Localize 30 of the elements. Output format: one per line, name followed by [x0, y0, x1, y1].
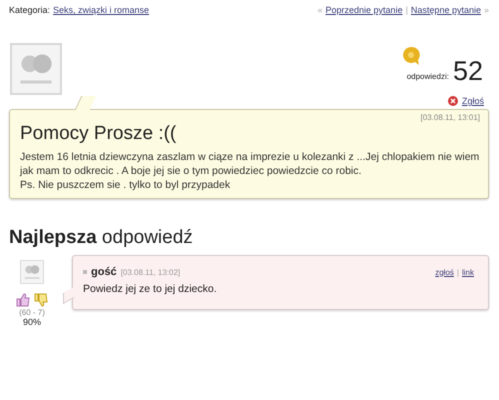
category-link[interactable]: Seks, związki i romanse: [53, 5, 150, 15]
avatar-icon: [20, 260, 44, 284]
vote-percent: 90%: [22, 317, 41, 327]
previous-question-link[interactable]: Poprzednie pytanie: [326, 5, 403, 15]
next-question-link[interactable]: Następne pytanie: [410, 5, 481, 15]
answer-text: Powiedz jej ze to jej dziecko.: [83, 283, 218, 295]
report-link[interactable]: zgłoś: [435, 268, 454, 276]
prev-mark: «: [318, 5, 323, 15]
permalink[interactable]: link: [462, 268, 474, 276]
section-heading: Najlepsza odpowiedź: [9, 227, 194, 249]
question-date: [03.08.11, 13:01]: [420, 113, 480, 122]
answers-label: odpowiedzi:: [406, 72, 449, 81]
separator: |: [406, 5, 408, 15]
separator: |: [456, 268, 459, 276]
question-text: Jestem 16 letnia dziewczyna zaszlam w ciąze na imprezie u kolezanki z ...Jej chlopakiem nie wiem jak mam to odkrecic . A boje jej sie o tym powiedziec powiedzcie co robic.: [20, 150, 480, 178]
answers-count: 52: [452, 58, 483, 84]
vote-count: (60 - 7): [19, 308, 45, 317]
bullet-icon: [83, 270, 87, 274]
answer-date: [03.08.11, 13:02]: [120, 268, 180, 276]
next-mark: »: [484, 5, 489, 15]
thumbs-down-icon[interactable]: [34, 293, 48, 307]
avatar-icon: [10, 43, 62, 95]
question-bubble-icon: [400, 46, 421, 66]
question-text: Ps. Nie puszczem sie . tylko to byl przypadek: [20, 178, 232, 192]
question-title: Pomocy Prosze :((: [20, 123, 178, 145]
report-link[interactable]: Zgłoś: [462, 96, 484, 106]
author-name: gość: [91, 266, 117, 278]
thumbs-up-icon[interactable]: [16, 293, 30, 307]
close-icon: [448, 96, 458, 106]
category-label: Kategoria:: [9, 5, 50, 15]
